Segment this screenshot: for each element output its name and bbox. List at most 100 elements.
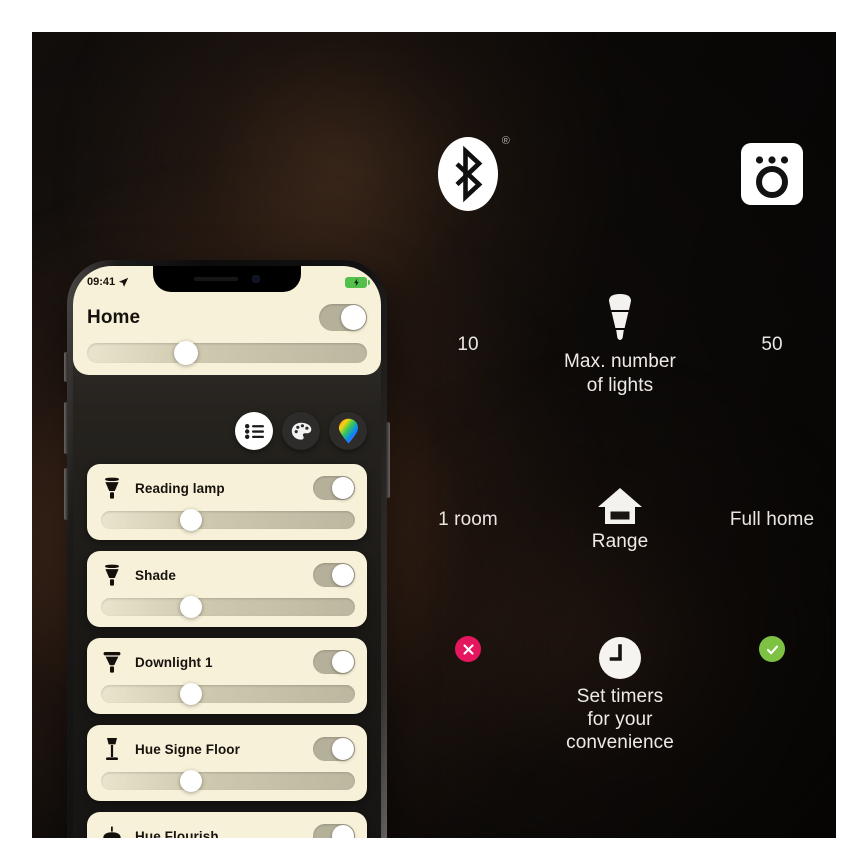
light-brightness-slider[interactable] bbox=[101, 509, 355, 531]
spot-bulb-icon bbox=[101, 475, 123, 501]
light-row-header: Downlight 1 bbox=[101, 649, 355, 675]
timers-label: Set timers for your convenience bbox=[532, 685, 708, 755]
range-right-value: Full home bbox=[729, 509, 815, 531]
max-lights-label-line2: of lights bbox=[586, 374, 654, 396]
light-name: Shade bbox=[135, 567, 177, 583]
light-brightness-slider-knob[interactable] bbox=[179, 770, 202, 792]
status-bar-time: 09:41 bbox=[87, 276, 116, 288]
bluetooth-logo: ® bbox=[438, 135, 510, 211]
location-arrow-icon bbox=[119, 277, 129, 287]
status-bar-left: 09:41 bbox=[87, 276, 129, 288]
light-row-header: Shade bbox=[101, 562, 355, 588]
light-toggle-knob bbox=[332, 825, 354, 838]
light-toggle-knob bbox=[332, 738, 354, 760]
timers-left-badge-col bbox=[404, 636, 532, 662]
light-toggle[interactable] bbox=[313, 476, 355, 500]
app-screen: 09:41 Home Reading lamp Shade Downlight … bbox=[73, 266, 381, 838]
mode-selector bbox=[235, 412, 367, 450]
light-row-shade[interactable]: Shade bbox=[87, 551, 367, 627]
range-center: Range bbox=[532, 487, 708, 553]
timers-label-line3: convenience bbox=[566, 732, 674, 754]
spot-bulb-icon bbox=[101, 562, 123, 588]
max-lights-left-value: 10 bbox=[457, 334, 479, 356]
hue-comparison-graphic: ® 10 Max. number of lights 50 1 room Ran… bbox=[32, 32, 836, 838]
light-toggle[interactable] bbox=[313, 737, 355, 761]
light-toggle[interactable] bbox=[313, 824, 355, 838]
max-lights-center: Max. number of lights bbox=[532, 293, 708, 396]
phone-mute-switch[interactable] bbox=[64, 352, 68, 382]
palette-icon bbox=[291, 422, 311, 440]
bluetooth-column: ® bbox=[404, 135, 532, 211]
mode-button-color[interactable] bbox=[329, 412, 367, 450]
light-name: Downlight 1 bbox=[135, 654, 213, 670]
pendant-lamp-icon bbox=[101, 823, 123, 838]
light-toggle-knob bbox=[332, 477, 354, 499]
clock-icon-wrap bbox=[532, 636, 708, 680]
light-toggle[interactable] bbox=[313, 650, 355, 674]
phone-notch bbox=[153, 266, 301, 292]
light-row-hue-flourish[interactable]: Hue Flourish bbox=[87, 812, 367, 838]
light-name: Hue Flourish bbox=[135, 828, 219, 839]
phone-body: 09:41 Home Reading lamp Shade Downlight … bbox=[64, 260, 390, 838]
light-row-reading-lamp[interactable]: Reading lamp bbox=[87, 464, 367, 540]
light-name: Reading lamp bbox=[135, 480, 225, 496]
cross-badge-icon bbox=[455, 636, 481, 662]
phone-screen-bezel: 09:41 Home Reading lamp Shade Downlight … bbox=[73, 266, 381, 838]
light-row-header: Hue Flourish bbox=[101, 823, 355, 838]
feature-row-logos: ® bbox=[404, 128, 836, 220]
front-camera bbox=[252, 275, 260, 283]
page-title: Home bbox=[87, 306, 141, 328]
range-label: Range bbox=[591, 530, 649, 552]
timers-center: Set timers for your convenience bbox=[532, 636, 708, 755]
light-row-hue-signe-floor[interactable]: Hue Signe Floor bbox=[87, 725, 367, 801]
light-brightness-slider[interactable] bbox=[101, 770, 355, 792]
light-bulb-icon bbox=[609, 294, 631, 341]
mode-button-list[interactable] bbox=[235, 412, 273, 450]
mode-button-scenes[interactable] bbox=[282, 412, 320, 450]
home-brightness-slider[interactable] bbox=[87, 341, 367, 365]
list-icon bbox=[244, 423, 264, 439]
max-lights-label-line1: Max. number bbox=[564, 351, 676, 373]
light-toggle-knob bbox=[332, 651, 354, 673]
home-title-row: Home bbox=[87, 304, 367, 331]
phone-mockup: 09:41 Home Reading lamp Shade Downlight … bbox=[64, 260, 390, 838]
home-brightness-slider-knob[interactable] bbox=[173, 341, 198, 365]
light-row-header: Reading lamp bbox=[101, 475, 355, 501]
timers-label-line1: Set timers bbox=[576, 686, 664, 707]
max-lights-label: Max. number of lights bbox=[532, 350, 708, 396]
light-brightness-slider[interactable] bbox=[101, 683, 355, 705]
bridge-column bbox=[708, 143, 836, 205]
floor-lamp-icon bbox=[101, 736, 123, 762]
feature-comparison-column: ® 10 Max. number of lights 50 1 room Ran… bbox=[404, 32, 836, 838]
light-brightness-slider[interactable] bbox=[101, 596, 355, 618]
feature-row-range: 1 room Range Full home bbox=[404, 472, 836, 568]
light-list: Reading lamp Shade Downlight 1 Hue Signe… bbox=[87, 464, 367, 838]
light-toggle-knob bbox=[332, 564, 354, 586]
house-icon-wrap bbox=[532, 487, 708, 525]
phone-volume-down-button[interactable] bbox=[64, 468, 68, 520]
range-left-value: 1 room bbox=[438, 509, 498, 531]
light-row-downlight-1[interactable]: Downlight 1 bbox=[87, 638, 367, 714]
home-master-toggle[interactable] bbox=[319, 304, 367, 331]
light-brightness-slider-knob[interactable] bbox=[179, 596, 202, 618]
timers-right-badge-col bbox=[708, 636, 836, 663]
feature-row-max-lights: 10 Max. number of lights 50 bbox=[404, 287, 836, 403]
earpiece-speaker bbox=[194, 277, 238, 281]
bluetooth-logo-icon bbox=[438, 137, 498, 211]
max-lights-right-value: 50 bbox=[761, 334, 783, 356]
light-toggle[interactable] bbox=[313, 563, 355, 587]
clock-icon bbox=[599, 637, 641, 679]
light-brightness-slider-knob[interactable] bbox=[179, 683, 202, 705]
light-brightness-slider-knob[interactable] bbox=[179, 509, 202, 531]
phone-power-button[interactable] bbox=[386, 422, 390, 498]
home-master-toggle-knob bbox=[341, 305, 366, 330]
light-row-header: Hue Signe Floor bbox=[101, 736, 355, 762]
phone-volume-up-button[interactable] bbox=[64, 402, 68, 454]
light-bulb-icon-wrap bbox=[532, 293, 708, 345]
check-badge-icon bbox=[759, 636, 785, 662]
hue-bridge-icon bbox=[741, 143, 803, 205]
color-pin-icon bbox=[338, 418, 358, 444]
downlight-icon bbox=[101, 649, 123, 675]
feature-row-timers: Set timers for your convenience bbox=[404, 614, 836, 754]
battery-charging-icon bbox=[345, 276, 370, 288]
